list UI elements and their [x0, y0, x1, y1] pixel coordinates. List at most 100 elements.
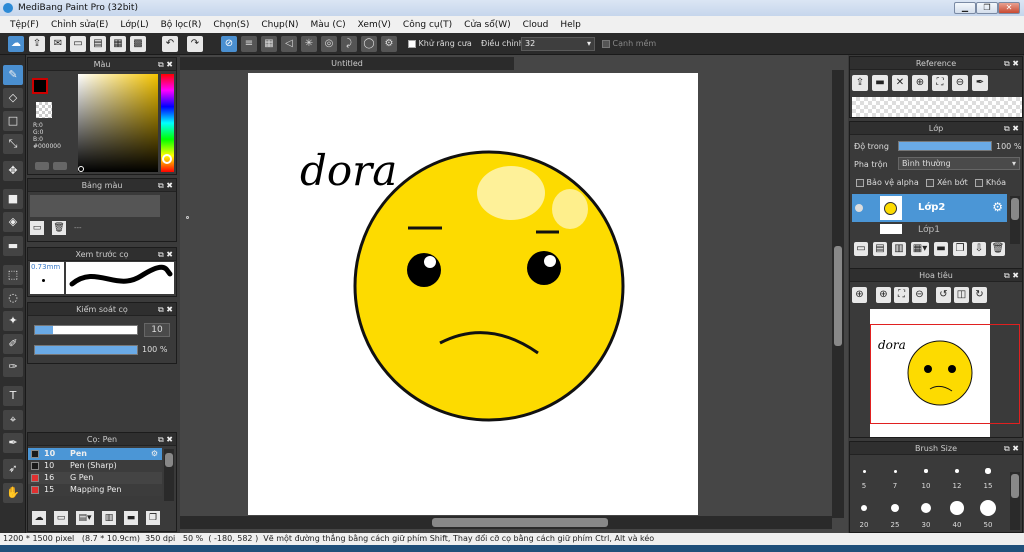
layer-scrollbar[interactable] [1010, 196, 1020, 244]
folder-icon[interactable]: ▬ [872, 75, 888, 91]
antialias-option[interactable]: Khử răng cưa [408, 39, 472, 48]
brush-size-dot[interactable] [924, 469, 928, 473]
panel-controls-icon[interactable]: ⧉ ✖ [1004, 269, 1019, 282]
vertical-scrollbar[interactable] [832, 70, 844, 518]
brush-folder-icon[interactable]: ▬ [124, 511, 138, 525]
curve-snap-icon[interactable]: ⤸ [341, 36, 357, 52]
snap-settings-icon[interactable]: ⚙ [381, 36, 397, 52]
brush-size-dot[interactable] [954, 468, 960, 474]
select-pen-icon[interactable]: ✐ [3, 334, 23, 354]
vanishing-snap-icon[interactable]: ◁ [281, 36, 297, 52]
menu-filter[interactable]: Bộ lọc(R) [155, 20, 208, 30]
menu-tools[interactable]: Công cụ(T) [397, 20, 458, 30]
cloud-icon[interactable]: ☁ [8, 36, 24, 52]
radial-snap-icon[interactable]: ✳ [301, 36, 317, 52]
panel-controls-icon[interactable]: ⧉ ✖ [1004, 57, 1019, 70]
upload-icon[interactable]: ⇪ [852, 75, 868, 91]
brush-size-dot[interactable] [980, 500, 996, 516]
eyedropper-icon[interactable]: ✒ [972, 75, 988, 91]
bucket-tool-icon[interactable]: ◈ [3, 212, 23, 232]
visibility-icon[interactable] [855, 204, 863, 212]
parallel-snap-icon[interactable]: ≡ [241, 36, 257, 52]
antialias-checkbox[interactable] [408, 39, 416, 48]
menu-select[interactable]: Chọn(S) [207, 20, 255, 30]
edge-option[interactable]: Cạnh mềm [602, 39, 656, 48]
cloud-brush-icon[interactable]: ☁ [32, 511, 46, 525]
delete-palette-icon[interactable]: 🗑 [52, 221, 66, 235]
gradient-tool-icon[interactable]: ▬ [3, 236, 23, 256]
opacity-slider[interactable] [34, 345, 138, 355]
brush-size-dot[interactable] [920, 502, 932, 514]
brush-list-item[interactable]: 15 Mapping Pen [28, 484, 162, 496]
magic-wand-icon[interactable]: ✦ [3, 311, 23, 331]
eyedropper-tool-icon[interactable]: ✒ [3, 433, 23, 453]
close-window-button[interactable]: ✕ [998, 2, 1020, 14]
color-mode-button[interactable] [35, 162, 49, 170]
panel-controls-icon[interactable]: ⧉ ✖ [158, 303, 173, 316]
protect-alpha-checkbox[interactable] [856, 178, 864, 187]
brush-size-scrollbar[interactable] [1010, 472, 1020, 530]
brush-settings-gear-icon[interactable]: ⚙ [151, 448, 158, 460]
layer-settings-icon[interactable]: ⚙ [992, 200, 1003, 214]
layer-row[interactable]: Lớp1 [852, 223, 1007, 234]
panel-controls-icon[interactable]: ⧉ ✖ [158, 58, 173, 71]
navigator-viewport[interactable] [870, 324, 1020, 424]
panel-controls-icon[interactable]: ⧉ ✖ [158, 248, 173, 261]
brush-menu-icon[interactable]: ▤▾ [76, 511, 94, 525]
maximize-button[interactable]: ❐ [976, 2, 998, 14]
hand-tool-icon[interactable]: ✋ [3, 483, 23, 503]
reference-image-area[interactable] [852, 97, 1022, 117]
clipping-checkbox[interactable] [926, 178, 935, 187]
brush-list-item[interactable]: 10 Pen (Sharp) [28, 460, 162, 472]
lock-checkbox[interactable] [975, 178, 984, 187]
panel-controls-icon[interactable]: ⧉ ✖ [1004, 442, 1019, 455]
select-eraser-icon[interactable]: ✑ [3, 357, 23, 377]
brush-size-dot[interactable] [860, 504, 868, 512]
text-tool-icon[interactable]: T [3, 386, 23, 406]
color-picker-handle[interactable] [78, 166, 84, 172]
new-palette-icon[interactable]: ▭ [30, 221, 44, 235]
edge-checkbox[interactable] [602, 39, 610, 48]
menu-edit[interactable]: Chỉnh sửa(E) [45, 20, 114, 30]
canvas-paper[interactable]: dora [248, 73, 698, 515]
background-color-swatch[interactable] [36, 102, 52, 118]
nav-zoom-in-2-icon[interactable]: ⊕ [876, 287, 891, 303]
delete-layer-icon[interactable]: 🗑 [991, 242, 1005, 256]
nav-fit-icon[interactable]: ⛶ [894, 287, 909, 303]
share-icon[interactable]: ⇪ [29, 36, 45, 52]
redo-icon[interactable]: ↷ [187, 36, 203, 52]
menu-color[interactable]: Màu (C) [305, 20, 352, 30]
divide-tool-icon[interactable]: ⌖ [3, 410, 23, 430]
menu-layer[interactable]: Lớp(L) [114, 20, 154, 30]
brush-tool-icon[interactable]: ✎ [3, 65, 23, 85]
merge-layer-icon[interactable]: ⇩ [972, 242, 986, 256]
nav-rotate-left-icon[interactable]: ↺ [936, 287, 951, 303]
menu-cloud[interactable]: Cloud [517, 20, 555, 30]
folder-layer-icon[interactable]: ▬ [934, 242, 948, 256]
cross-snap-icon[interactable]: ▦ [261, 36, 277, 52]
nav-zoom-in-icon[interactable]: ⊕ [852, 287, 867, 303]
panel-controls-icon[interactable]: ⧉ ✖ [1004, 122, 1019, 135]
comment-icon[interactable]: ✉ [50, 36, 66, 52]
brush-size-dot[interactable] [950, 501, 964, 515]
zoom-out-icon[interactable]: ⊖ [952, 75, 968, 91]
lasso-tool-icon[interactable]: ◌ [3, 288, 23, 308]
blur-tool-icon[interactable]: ⤡ [3, 134, 23, 154]
brush-size-dot[interactable] [890, 503, 900, 513]
close-icon[interactable]: ✕ [892, 75, 908, 91]
color-swap-button[interactable] [53, 162, 67, 170]
menu-window[interactable]: Cửa sổ(W) [458, 20, 516, 30]
panel-controls-icon[interactable]: ⧉ ✖ [158, 433, 173, 446]
ellipse-snap-icon[interactable]: ◯ [361, 36, 377, 52]
foreground-color-swatch[interactable] [32, 78, 48, 94]
menu-help[interactable]: Help [554, 20, 587, 30]
layer-row-selected[interactable]: Lớp2 ⚙ [852, 194, 1007, 222]
brush-list-item[interactable]: 16 G Pen [28, 472, 162, 484]
brush-settings-icon[interactable]: ▥ [102, 511, 116, 525]
menu-file[interactable]: Tệp(F) [4, 20, 45, 30]
layer-opacity-slider[interactable] [898, 141, 992, 151]
move-tool-icon[interactable]: ✥ [3, 161, 23, 181]
fit-icon[interactable]: ⛶ [932, 75, 948, 91]
undo-icon[interactable]: ↶ [162, 36, 178, 52]
size-value-field[interactable]: 10 [144, 323, 170, 337]
